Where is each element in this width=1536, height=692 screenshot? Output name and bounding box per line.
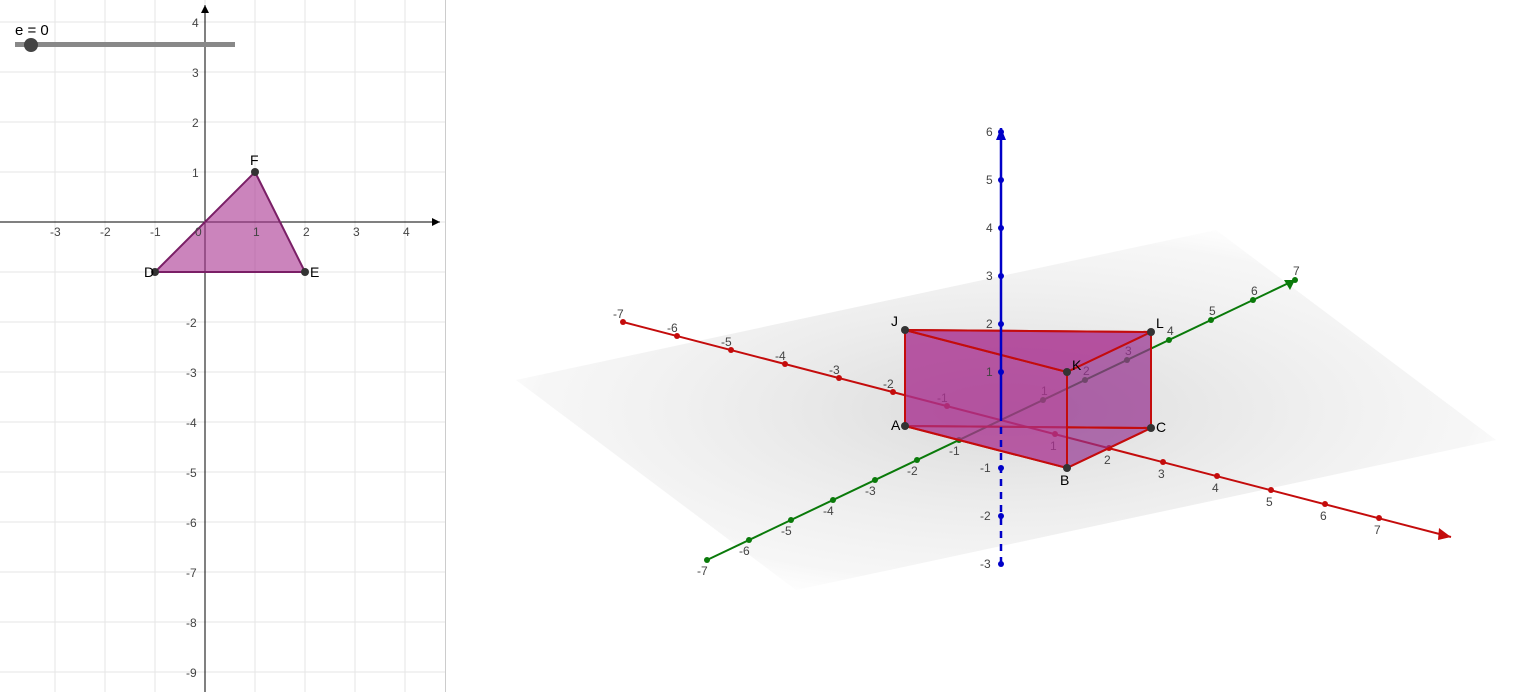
- svg-text:4: 4: [403, 225, 410, 239]
- svg-text:-8: -8: [186, 616, 197, 630]
- label-F: F: [250, 152, 259, 168]
- slider-track[interactable]: [15, 42, 235, 47]
- svg-text:-7: -7: [186, 566, 197, 580]
- label-D: D: [144, 264, 154, 280]
- svg-text:4: 4: [192, 16, 199, 30]
- panel-3d[interactable]: 1 2 3 4 5 6 7 -1 -2 -3 -4 -5 -6 -7: [446, 0, 1536, 692]
- graph-2d[interactable]: D E F -3 -2 -1 0 1 2 3 4 4 3 2 1 -2 -3: [0, 0, 445, 692]
- svg-text:B: B: [1060, 472, 1069, 488]
- x-axis-arrow-icon: [1438, 528, 1451, 540]
- svg-text:3: 3: [1158, 467, 1165, 481]
- y-ticks-2d: 4 3 2 1 -2 -3 -4 -5 -6 -7 -8 -9: [186, 16, 199, 680]
- svg-text:4: 4: [1212, 481, 1219, 495]
- svg-text:-4: -4: [186, 416, 197, 430]
- svg-text:-2: -2: [100, 225, 111, 239]
- point-F[interactable]: [251, 168, 259, 176]
- svg-text:6: 6: [1251, 284, 1258, 298]
- svg-text:-4: -4: [775, 349, 786, 363]
- svg-text:-6: -6: [739, 544, 750, 558]
- svg-text:-3: -3: [829, 363, 840, 377]
- svg-text:1: 1: [253, 225, 260, 239]
- svg-text:-9: -9: [186, 666, 197, 680]
- svg-text:-7: -7: [613, 307, 624, 321]
- svg-text:6: 6: [1320, 509, 1327, 523]
- svg-text:-1: -1: [980, 461, 991, 475]
- svg-text:K: K: [1072, 357, 1082, 373]
- svg-text:4: 4: [1167, 324, 1174, 338]
- y-axis-arrow-icon: [201, 5, 209, 13]
- svg-text:0: 0: [195, 225, 202, 239]
- svg-text:1: 1: [986, 365, 993, 379]
- svg-text:7: 7: [1293, 264, 1300, 278]
- x-axis-arrow-icon: [432, 218, 440, 226]
- svg-text:-4: -4: [823, 504, 834, 518]
- svg-text:3: 3: [192, 66, 199, 80]
- svg-text:-5: -5: [781, 524, 792, 538]
- panel-2d[interactable]: e = 0: [0, 0, 446, 692]
- grid-2d: [0, 0, 445, 692]
- svg-text:4: 4: [986, 221, 993, 235]
- svg-text:5: 5: [1266, 495, 1273, 509]
- label-E: E: [310, 264, 319, 280]
- svg-text:-3: -3: [50, 225, 61, 239]
- svg-text:5: 5: [986, 173, 993, 187]
- svg-text:-6: -6: [667, 321, 678, 335]
- svg-text:-3: -3: [186, 366, 197, 380]
- svg-text:-7: -7: [697, 564, 708, 578]
- svg-text:-5: -5: [186, 466, 197, 480]
- svg-text:2: 2: [1104, 453, 1111, 467]
- svg-text:5: 5: [1209, 304, 1216, 318]
- svg-text:-2: -2: [907, 464, 918, 478]
- svg-text:3: 3: [353, 225, 360, 239]
- svg-text:-6: -6: [186, 516, 197, 530]
- svg-text:6: 6: [986, 125, 993, 139]
- svg-text:-3: -3: [865, 484, 876, 498]
- svg-text:C: C: [1156, 419, 1166, 435]
- graph-3d[interactable]: 1 2 3 4 5 6 7 -1 -2 -3 -4 -5 -6 -7: [446, 0, 1536, 692]
- svg-text:2: 2: [303, 225, 310, 239]
- svg-text:A: A: [891, 417, 901, 433]
- svg-text:2: 2: [192, 116, 199, 130]
- svg-text:1: 1: [192, 166, 199, 180]
- point-E[interactable]: [301, 268, 309, 276]
- svg-text:-2: -2: [186, 316, 197, 330]
- svg-text:-1: -1: [949, 444, 960, 458]
- svg-text:-2: -2: [980, 509, 991, 523]
- slider-handle[interactable]: [24, 38, 38, 52]
- svg-text:-1: -1: [150, 225, 161, 239]
- svg-text:-2: -2: [883, 377, 894, 391]
- svg-text:L: L: [1156, 315, 1164, 331]
- svg-text:7: 7: [1374, 523, 1381, 537]
- svg-text:-3: -3: [980, 557, 991, 571]
- slider-label: e = 0: [15, 22, 49, 39]
- svg-text:3: 3: [986, 269, 993, 283]
- svg-text:2: 2: [986, 317, 993, 331]
- svg-text:J: J: [891, 313, 898, 329]
- svg-text:-5: -5: [721, 335, 732, 349]
